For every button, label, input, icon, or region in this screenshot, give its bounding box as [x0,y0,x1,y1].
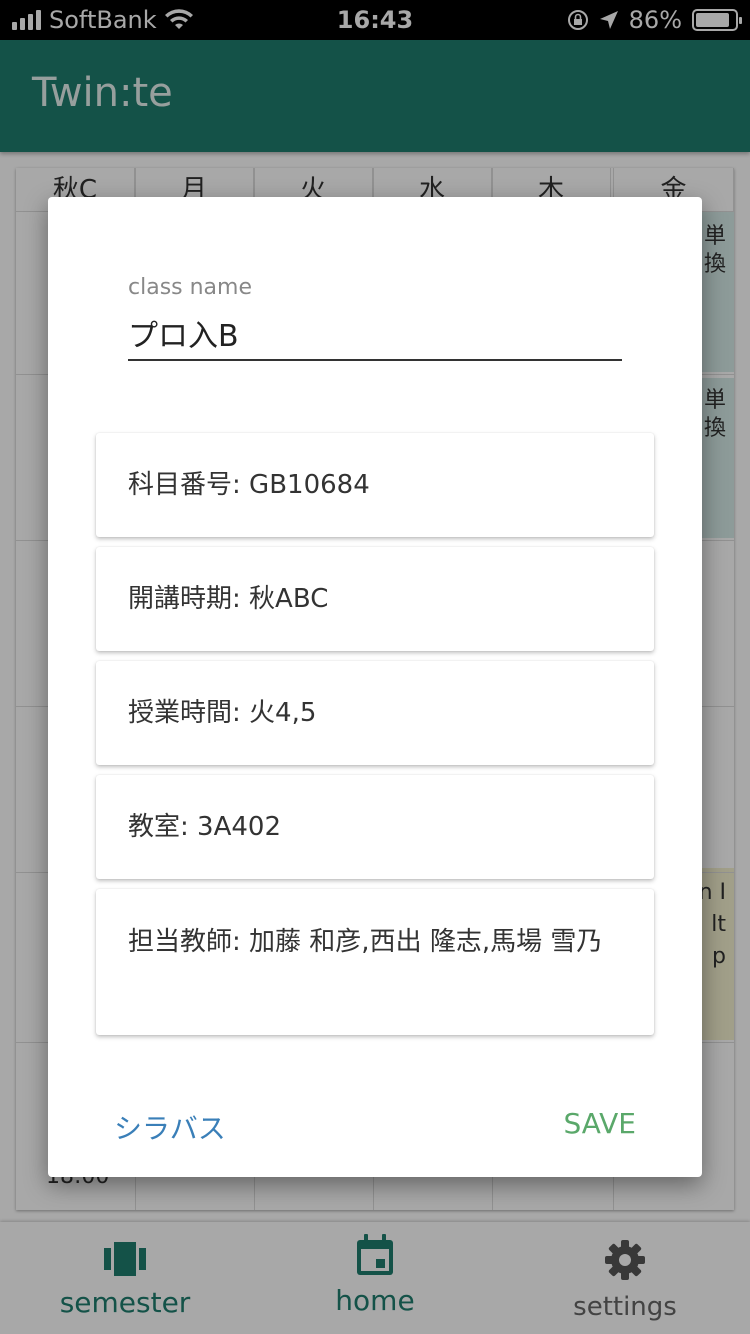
course-number-text: 科目番号: GB10684 [128,470,370,500]
syllabus-button[interactable]: シラバス [114,1107,226,1147]
save-button[interactable]: SAVE [563,1107,636,1140]
class-name-input[interactable] [128,307,622,361]
instructor-text: 担当教師: 加藤 和彦,西出 隆志,馬場 雪乃 [128,927,603,957]
term-text: 開講時期: 秋ABC [128,584,329,614]
class-time-text: 授業時間: 火4,5 [128,698,317,728]
room-card: 教室: 3A402 [96,775,654,879]
instructor-card: 担当教師: 加藤 和彦,西出 隆志,馬場 雪乃 [96,889,654,1035]
class-detail-dialog: class name 科目番号: GB10684 開講時期: 秋ABC 授業時間… [48,197,702,1177]
term-card: 開講時期: 秋ABC [96,547,654,651]
room-text: 教室: 3A402 [128,812,282,842]
class-name-label: class name [128,275,252,300]
course-number-card: 科目番号: GB10684 [96,433,654,537]
class-time-card: 授業時間: 火4,5 [96,661,654,765]
